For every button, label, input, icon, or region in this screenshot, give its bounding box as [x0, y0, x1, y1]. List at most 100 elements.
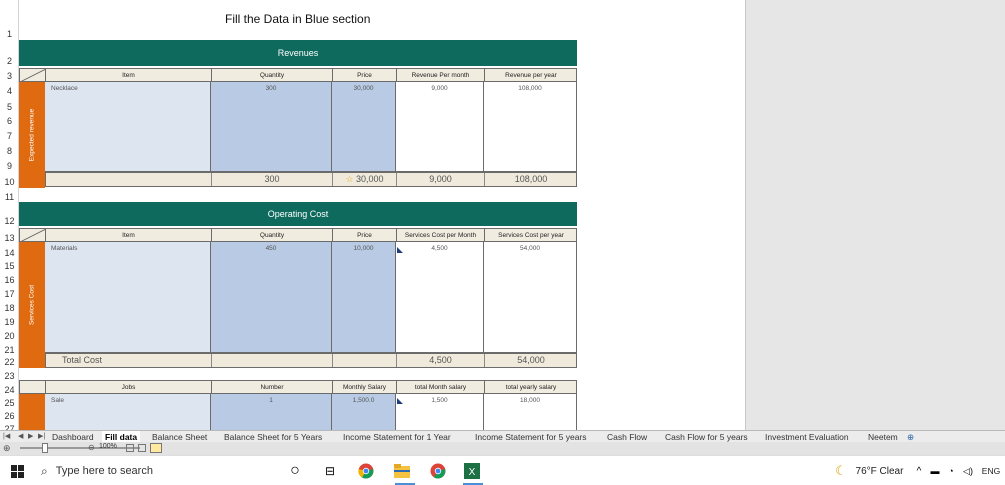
row-headers: 1 2 3 4 5 6 7 8 9 10 11 12 13 14 15 16 17 18 19 20 21 22 23 24 2… [0, 0, 19, 430]
operating-header-row: Item Quantity Price Services Cost per Mo… [19, 228, 577, 242]
row-header[interactable]: 24 [0, 386, 19, 395]
windows-start-icon[interactable] [6, 456, 28, 485]
monthly-salary-cell[interactable]: 1,500.0 [332, 394, 396, 430]
windows-taskbar: ⌕ Type here to search ○ ⊟ X ☾ 76°F Clear… [0, 455, 1005, 485]
row-header[interactable]: 6 [0, 117, 19, 126]
task-view-icon[interactable]: ⊟ [320, 456, 340, 485]
page-layout-icon[interactable] [138, 444, 146, 452]
row-header[interactable]: 18 [0, 304, 19, 313]
revenue-total-row: 300 ☆ 30,000 9,000 108,000 [45, 172, 577, 187]
zoom-minus-icon[interactable]: ⊖ [88, 443, 95, 452]
total-cost-qty-blank [212, 354, 333, 367]
revenue-month-cell[interactable]: 9,000 [396, 82, 484, 172]
header-cost-year: Services Cost per year [498, 232, 564, 239]
row-header[interactable]: 25 [0, 399, 19, 408]
job-number-cell[interactable]: 1 [211, 394, 332, 430]
empty-workspace [745, 0, 1005, 430]
battery-icon[interactable]: ▬ [929, 456, 941, 485]
total-month-salary-cell[interactable]: 1,500 [396, 394, 484, 430]
services-cost-label: Services Cost [19, 242, 45, 368]
total-month: 9,000 [397, 173, 485, 186]
add-icon[interactable]: ⊕ [3, 442, 11, 454]
row-header[interactable]: 19 [0, 318, 19, 327]
page-break-icon[interactable] [150, 443, 162, 453]
header-revenue-month: Revenue Per month [397, 69, 485, 82]
header-quantity: Quantity [212, 69, 333, 82]
row-header[interactable]: 4 [0, 87, 19, 96]
row-header[interactable]: 15 [0, 262, 19, 271]
cortana-icon[interactable]: ○ [285, 456, 305, 485]
row-header[interactable]: 10 [0, 178, 19, 187]
chevron-up-icon[interactable]: ^ [913, 456, 925, 485]
file-explorer-icon[interactable] [392, 456, 412, 485]
volume-icon[interactable]: ◁) [961, 456, 975, 485]
row-header[interactable]: 11 [0, 193, 19, 202]
search-icon: ⌕ [41, 463, 48, 478]
row-header[interactable]: 9 [0, 162, 19, 171]
row-header[interactable]: 3 [0, 72, 19, 81]
sheet-tab-bar: |◀ ◀ ▶ ▶| Dashboard Fill data Balance Sh… [0, 430, 1005, 443]
row-header[interactable]: 5 [0, 103, 19, 112]
total-quantity: 300 [212, 173, 333, 186]
total-price-wrap: ☆ 30,000 [333, 173, 397, 186]
total-cost-price-blank [333, 354, 397, 367]
row-header[interactable]: 12 [0, 217, 19, 226]
row-header[interactable]: 13 [0, 234, 19, 243]
star-icon: ☆ [345, 174, 354, 184]
revenue-item-cell[interactable]: Necklace [45, 82, 211, 172]
row-header[interactable]: 26 [0, 412, 19, 421]
cost-item-cell[interactable]: Materials [45, 242, 211, 353]
row-header[interactable]: 22 [0, 358, 19, 367]
job-item-cell[interactable]: Sale [45, 394, 211, 430]
row-header[interactable]: 14 [0, 249, 19, 258]
cost-year-cell[interactable]: 54,000 [484, 242, 577, 353]
total-price: 30,000 [356, 174, 384, 184]
header-number: Number [212, 381, 333, 394]
wifi-icon[interactable]: ◔ [945, 456, 957, 485]
row-header[interactable]: 16 [0, 276, 19, 285]
header-quantity: Quantity [212, 229, 333, 242]
diagonal-cell [20, 69, 46, 82]
revenue-price-cell[interactable]: 30,000 [332, 82, 396, 172]
cost-month-cell[interactable]: 4,500 [396, 242, 484, 353]
taskbar-search[interactable]: ⌕ Type here to search [35, 458, 275, 484]
zoom-thumb[interactable] [42, 443, 48, 453]
cost-total-row: Total Cost 4,500 54,000 [45, 353, 577, 368]
chrome-icon[interactable] [428, 456, 448, 485]
row-header[interactable]: 2 [0, 57, 19, 66]
diagonal-cell [20, 229, 46, 242]
revenue-year-cell[interactable]: 108,000 [484, 82, 577, 172]
row-header[interactable]: 23 [0, 372, 19, 381]
total-cost-month: 4,500 [397, 354, 485, 367]
language-indicator[interactable]: ENG [980, 456, 1002, 485]
normal-view-icon[interactable] [126, 444, 134, 452]
excel-window: 1 2 3 4 5 6 7 8 9 10 11 12 13 14 15 16 17 18 19 20 21 22 23 24 2… [0, 0, 1005, 485]
excel-icon[interactable]: X [462, 456, 482, 485]
row-header[interactable]: 17 [0, 290, 19, 299]
header-item: Item [46, 229, 212, 242]
cost-price-cell[interactable]: 10,000 [332, 242, 396, 353]
total-yearly-salary-cell[interactable]: 18,000 [484, 394, 577, 430]
worksheet-grid[interactable]: 1 2 3 4 5 6 7 8 9 10 11 12 13 14 15 16 17 18 19 20 21 22 23 24 2… [0, 0, 745, 430]
revenue-quantity-cell[interactable]: 300 [211, 82, 332, 172]
svg-text:X: X [469, 467, 476, 478]
cost-quantity-cell[interactable]: 450 [211, 242, 332, 353]
zoom-slider[interactable] [20, 447, 140, 449]
total-cost-year: 54,000 [517, 355, 545, 365]
header-jobs: Jobs [46, 381, 212, 394]
header-blank [20, 381, 46, 394]
header-price: Price [333, 69, 397, 82]
weather-moon-icon[interactable]: ☾ [832, 456, 850, 485]
row-header[interactable]: 8 [0, 147, 19, 156]
row-header[interactable]: 1 [0, 30, 19, 39]
row-header[interactable]: 20 [0, 332, 19, 341]
revenues-header-row: Item Quantity Price Revenue Per month Re… [19, 68, 577, 82]
error-indicator-icon [397, 247, 403, 253]
header-total-month-salary: total Month salary [397, 381, 485, 394]
row-header[interactable]: 7 [0, 132, 19, 141]
header-item: Item [46, 69, 212, 82]
operating-cost-band: Operating Cost [19, 202, 577, 226]
weather-text[interactable]: 76°F Clear [852, 456, 907, 485]
chrome-icon[interactable] [356, 456, 376, 485]
row-header[interactable]: 21 [0, 346, 19, 355]
